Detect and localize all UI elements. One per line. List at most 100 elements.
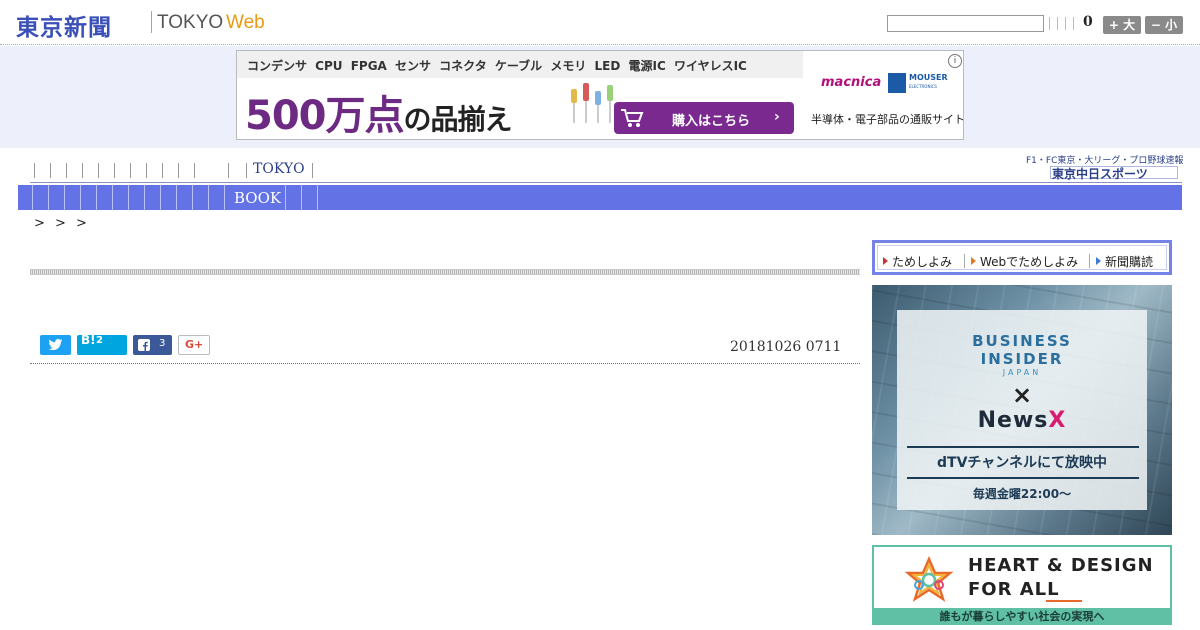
nav-separator	[98, 163, 99, 178]
newsx-logo: NewsX	[897, 408, 1147, 433]
mouser-logo-sub: ELECTRONICS	[909, 84, 937, 89]
article-title-rule	[30, 269, 860, 275]
banner-ad[interactable]: コンデンサ CPU FPGA センサ コネクタ ケーブル メモリ LED 電源I…	[236, 50, 964, 140]
facebook-icon	[138, 339, 150, 351]
nav-separator	[208, 185, 209, 210]
business-insider-ad[interactable]: BUSINESS INSIDER JAPAN × NewsX dTVチャンネルに…	[872, 285, 1172, 535]
header-link-separator	[1057, 17, 1058, 30]
nav-separator	[160, 185, 161, 210]
ad-buy-button[interactable]: 購入はこちら ›	[614, 102, 794, 134]
bi-ad-panel: BUSINESS INSIDER JAPAN × NewsX dTVチャンネルに…	[897, 310, 1147, 510]
google-plus-share-button[interactable]: G+	[178, 335, 210, 355]
hatena-icon: B!	[81, 333, 96, 347]
nav-separator	[317, 185, 318, 210]
nav-divider	[30, 182, 1182, 183]
font-size-large-button[interactable]: + 大	[1103, 16, 1141, 34]
nav-separator	[162, 163, 163, 178]
nav-separator	[312, 163, 313, 178]
nav-separator	[82, 163, 83, 178]
twitter-icon	[48, 338, 63, 351]
flower-logo-icon	[904, 555, 954, 602]
nav-separator	[176, 185, 177, 210]
twitter-share-button[interactable]	[40, 335, 71, 355]
cart-icon	[621, 109, 644, 127]
hatena-count: 2	[96, 335, 103, 346]
site-logo[interactable]: 東京新聞	[16, 8, 112, 42]
heart-design-title: HEART & DESIGN	[968, 555, 1154, 576]
nav-separator	[246, 163, 247, 178]
header-count: 0	[1083, 14, 1093, 30]
ad-buy-label: 購入はこちら	[672, 114, 751, 129]
logo-divider	[151, 11, 152, 33]
category-nav-bar	[18, 185, 1182, 210]
mouser-logo: MOUSER	[909, 73, 948, 82]
subscribe-link[interactable]: 新聞購読	[1096, 253, 1153, 270]
site-header: 東京新聞 TOKYO Web 0 + 大 − 小	[0, 0, 1200, 46]
link-separator	[964, 254, 965, 268]
ad-band: コンデンサ CPU FPGA センサ コネクタ ケーブル メモリ LED 電源I…	[0, 46, 1200, 148]
bi-time-text: 毎週金曜22:00〜	[972, 487, 1072, 501]
header-link-separator	[1065, 17, 1066, 30]
nav-item-tokyo[interactable]: TOKYO	[253, 161, 305, 177]
hatena-bookmark-button[interactable]: B! 2	[77, 333, 127, 355]
breadcrumb[interactable]: > > >	[34, 216, 87, 231]
trial-reading-link[interactable]: ためしよみ	[883, 253, 952, 270]
bi-dtv-text: dTVチャンネルにて放映中	[937, 455, 1107, 471]
facebook-share-button[interactable]: 3	[133, 335, 172, 355]
logo-tokyo-text[interactable]: TOKYO	[157, 12, 223, 34]
triangle-right-icon	[1096, 257, 1101, 265]
nav-separator	[32, 185, 33, 210]
bi-logo-line1: BUSINESS	[972, 332, 1072, 350]
newsx-logo-x: X	[1048, 408, 1067, 433]
nav-separator	[96, 185, 97, 210]
nav-separator	[34, 163, 35, 178]
google-plus-icon: G+	[185, 338, 204, 351]
bi-cross: ×	[1011, 381, 1033, 409]
nav-separator	[144, 185, 145, 210]
subscribe-label: 新聞購読	[1105, 255, 1154, 269]
chevron-right-icon: ›	[774, 109, 780, 125]
font-size-small-button[interactable]: − 小	[1145, 16, 1183, 34]
ad-categories: コンデンサ CPU FPGA センサ コネクタ ケーブル メモリ LED 電源I…	[247, 59, 747, 73]
heart-design-underline	[1046, 600, 1082, 602]
nav-separator	[128, 185, 129, 210]
web-trial-reading-label: Webでためしよみ	[980, 255, 1079, 269]
bi-rule	[907, 446, 1139, 448]
nav-separator	[194, 163, 195, 178]
nav-separator	[192, 185, 193, 210]
article-divider	[30, 363, 860, 364]
trial-reading-box: ためしよみ Webでためしよみ 新聞購読	[872, 240, 1172, 275]
link-separator	[1089, 254, 1090, 268]
facebook-count: 3	[159, 338, 166, 349]
nav-item-book[interactable]: BOOK	[234, 189, 281, 207]
nav-separator	[48, 185, 49, 210]
nav-separator	[228, 163, 229, 178]
nav-separator	[285, 185, 286, 210]
web-trial-reading-link[interactable]: Webでためしよみ	[971, 253, 1078, 270]
nav-separator	[50, 163, 51, 178]
heart-design-band: 誰もが暮らしやすい社会の実現へ	[874, 608, 1170, 623]
triangle-right-icon	[971, 257, 976, 265]
newsx-logo-news: News	[977, 408, 1049, 433]
header-link-separator	[1073, 17, 1074, 30]
logo-web-text[interactable]: Web	[226, 12, 265, 34]
trial-reading-inner: ためしよみ Webでためしよみ 新聞購読	[877, 245, 1167, 270]
header-link-separator	[1049, 17, 1050, 30]
nav-separator	[146, 163, 147, 178]
sports-logo[interactable]: 東京中日スポーツ	[1052, 165, 1148, 182]
mouser-logo-icon	[888, 73, 906, 93]
trial-reading-label: ためしよみ	[892, 255, 953, 269]
ad-headline-number: 500万点	[245, 93, 404, 139]
nav-separator	[301, 185, 302, 210]
ad-headline-tail: の品揃え	[403, 103, 513, 136]
triangle-right-icon	[883, 257, 888, 265]
ad-info-icon[interactable]: i	[948, 54, 962, 68]
heart-design-subtitle: FOR ALL	[968, 579, 1060, 600]
bi-rule	[907, 477, 1139, 479]
ad-headline: 500万点の品揃え	[245, 83, 513, 139]
nav-separator	[114, 163, 115, 178]
search-input[interactable]	[887, 15, 1044, 32]
nav-separator	[178, 163, 179, 178]
heart-design-ad[interactable]: HEART & DESIGN FOR ALL 誰もが暮らしやすい社会の実現へ	[872, 545, 1172, 625]
macnica-logo: macnica	[821, 75, 882, 90]
